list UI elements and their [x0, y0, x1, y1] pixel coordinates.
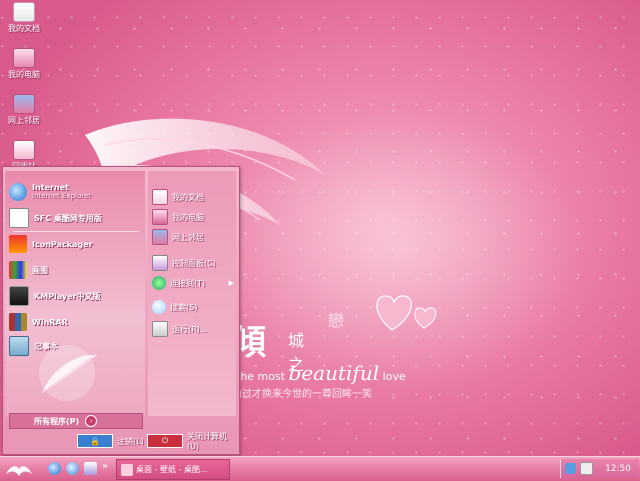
start-right-my-documents[interactable]: 我的文档: [152, 189, 234, 205]
start-right-search[interactable]: 搜索(S): [152, 299, 234, 315]
wallpaper-line: the most beautiful love: [236, 361, 406, 385]
start-right-label: 连接到(T): [170, 278, 206, 288]
taskbar: » 桌面 - 壁纸 - 桌酷... 12:50: [0, 456, 640, 481]
start-item-label: IconPackager: [32, 239, 93, 249]
window-icon: [121, 463, 133, 476]
start-right-label: 搜索(S): [170, 302, 198, 312]
start-right-control-panel[interactable]: 控制面板(C): [152, 255, 234, 271]
search-icon: [152, 300, 166, 314]
desktop-icon-label: 我的文档: [8, 24, 40, 33]
desktop-icon-my-documents[interactable]: 我的文档: [2, 2, 46, 34]
quicklaunch-browser-icon[interactable]: [66, 462, 79, 475]
start-item-label: 画图: [32, 265, 48, 275]
desktop-icon-network-places[interactable]: 网上邻居: [2, 94, 46, 126]
start-item-iconpackager[interactable]: IconPackager: [9, 233, 143, 255]
start-item-sfc[interactable]: SFC 桌酷网专用版: [9, 207, 143, 229]
start-item-label: Internet: [32, 183, 69, 192]
control-panel-icon: [152, 255, 168, 271]
start-item-label: SFC 桌酷网专用版: [34, 213, 102, 223]
winrar-icon: [9, 313, 27, 331]
logoff-label: 注销(L): [117, 436, 144, 446]
start-item-label: KMPlayer中文版: [34, 291, 101, 301]
shutdown-label: 关闭计算机(U): [186, 432, 227, 451]
start-menu-programs-pane: Internet Internet Explorer SFC 桌酷网专用版 Ico…: [5, 171, 145, 416]
start-menu-separator: [13, 231, 139, 232]
sfc-icon: [9, 208, 29, 228]
recycle-bin-icon: [13, 140, 35, 160]
quicklaunch-ie-icon[interactable]: [48, 462, 61, 475]
desktop-icon-my-computer[interactable]: 我的电脑: [2, 48, 46, 80]
taskbar-item-label: 桌面 - 壁纸 - 桌酷...: [136, 465, 208, 474]
logoff-button[interactable]: 🔒 注销(L): [77, 434, 144, 448]
start-right-label: 我的文档: [172, 192, 204, 202]
desktop-icon-label: 我的电脑: [8, 70, 40, 79]
network-places-icon: [13, 94, 35, 114]
desktop: 傾 城之 戀 the most beautiful love 前过才换来今世的一…: [0, 0, 640, 456]
start-right-label: 运行(R)...: [172, 324, 208, 334]
start-button[interactable]: [2, 458, 36, 480]
start-item-sublabel: Internet Explorer: [32, 192, 92, 200]
start-right-label: 控制面板(C): [172, 258, 216, 268]
network-places-icon: [152, 229, 168, 245]
clock[interactable]: 12:50: [605, 464, 631, 474]
my-documents-icon: [13, 2, 35, 22]
internet-explorer-icon: [9, 183, 27, 201]
start-item-winrar[interactable]: WinRAR: [9, 311, 143, 333]
network-tray-icon[interactable]: [565, 463, 576, 474]
wallpaper-hearts: [376, 295, 437, 331]
wallpaper-line-prefix: the most: [236, 370, 289, 383]
paint-icon: [9, 261, 27, 279]
notepad-icon: [9, 336, 29, 356]
start-menu-footer: 🔒 注销(L) ⏻ 关闭计算机(U): [3, 429, 239, 454]
start-right-run[interactable]: 运行(R)...: [152, 321, 234, 337]
quicklaunch-desktop-icon[interactable]: [84, 462, 97, 475]
start-right-label: 网上邻居: [172, 232, 204, 242]
logoff-icon: 🔒: [77, 434, 113, 448]
wallpaper-line-suffix: love: [379, 370, 406, 383]
my-documents-icon: [152, 189, 168, 205]
all-programs-label: 所有程序(P): [34, 416, 80, 426]
start-item-paint[interactable]: 画图: [9, 259, 143, 281]
connect-to-icon: [152, 276, 166, 290]
wallpaper-love-text: 戀: [328, 311, 345, 330]
system-tray: 12:50: [560, 459, 639, 478]
start-item-kmplayer[interactable]: KMPlayer中文版: [9, 285, 143, 307]
submenu-arrow-icon: ▶: [228, 279, 234, 287]
desktop-icon-label: 网上邻居: [8, 116, 40, 125]
start-menu: Internet Internet Explorer SFC 桌酷网专用版 Ico…: [2, 166, 240, 455]
arrow-right-icon: ›: [85, 415, 98, 427]
all-programs-button[interactable]: 所有程序(P) ›: [9, 413, 143, 429]
run-icon: [152, 321, 168, 337]
volume-tray-icon[interactable]: [580, 462, 593, 475]
my-computer-icon: [152, 209, 168, 225]
wallpaper-line-script: beautiful: [288, 361, 380, 385]
feather-decoration: [39, 345, 97, 401]
kmplayer-icon: [9, 286, 29, 306]
power-icon: ⏻: [147, 434, 183, 448]
start-right-my-computer[interactable]: 我的电脑: [152, 209, 234, 225]
my-computer-icon: [13, 48, 35, 68]
start-right-connect-to[interactable]: 连接到(T) ▶: [152, 275, 234, 291]
start-item-label: WinRAR: [32, 317, 68, 327]
iconpackager-icon: [9, 235, 27, 253]
start-item-internet[interactable]: Internet Internet Explorer: [9, 181, 143, 203]
taskbar-item-window[interactable]: 桌面 - 壁纸 - 桌酷...: [116, 459, 230, 480]
quicklaunch-overflow-icon[interactable]: »: [102, 461, 108, 472]
shutdown-button[interactable]: ⏻ 关闭计算机(U): [147, 432, 239, 451]
start-right-label: 我的电脑: [172, 212, 204, 222]
start-menu-places-pane: 我的文档 我的电脑 网上邻居 控制面板(C) 连接到(T) ▶ 搜索(S) 运行…: [148, 171, 236, 416]
wallpaper-subtitle: 前过才换来今世的一尊回眸一笑: [232, 389, 372, 400]
start-right-network-places[interactable]: 网上邻居: [152, 229, 234, 245]
